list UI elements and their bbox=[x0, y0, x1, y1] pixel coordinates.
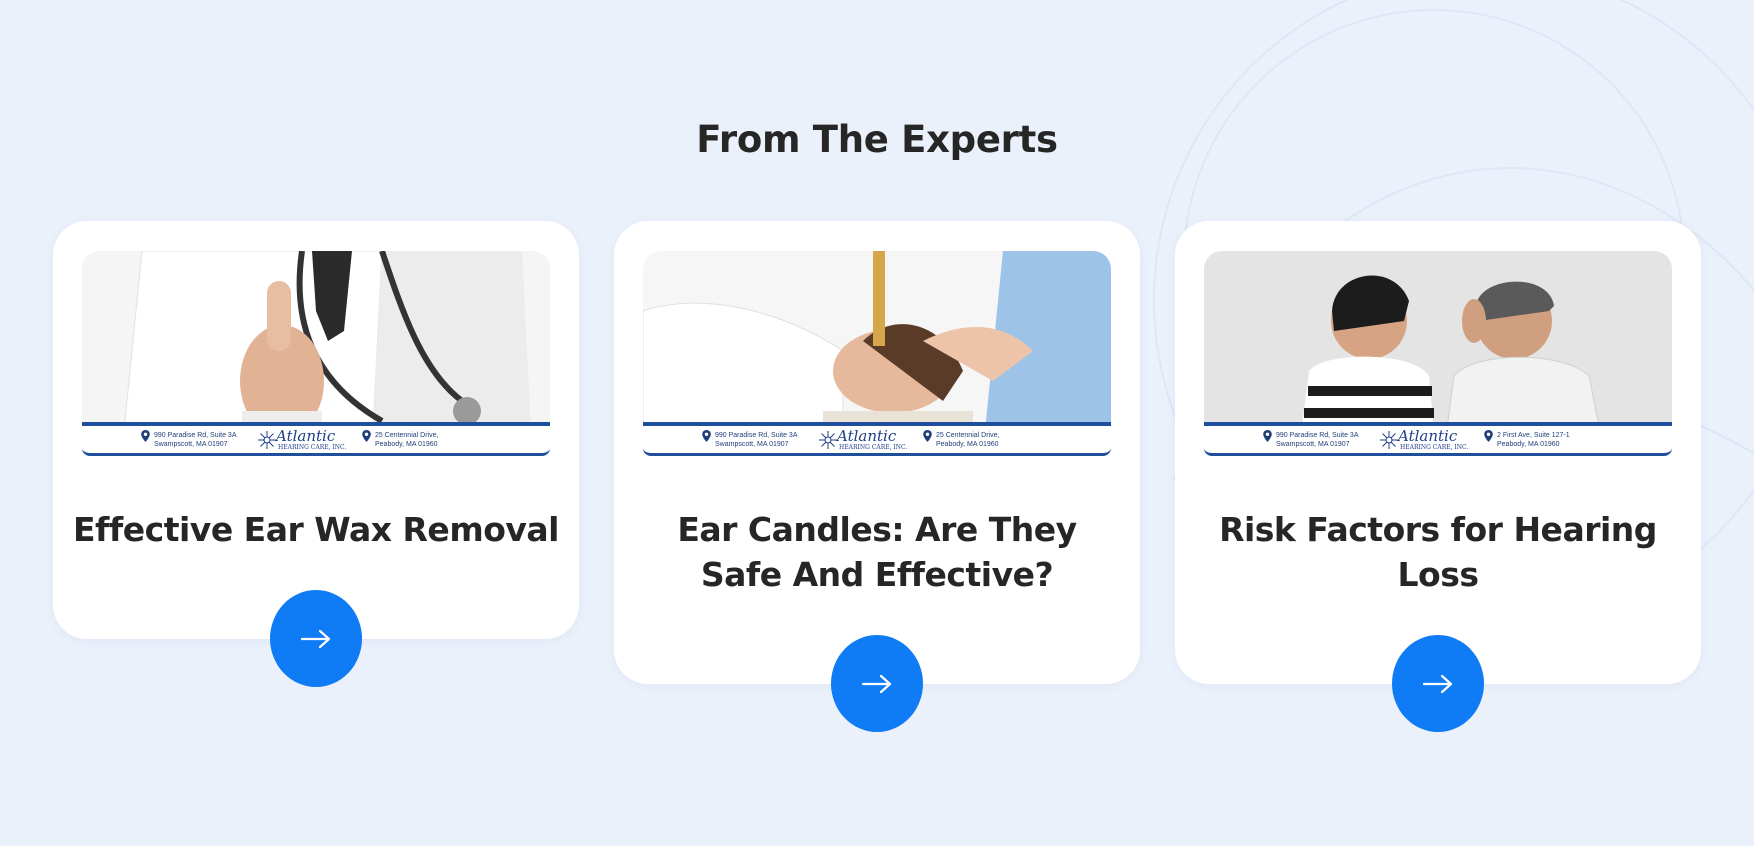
address-left: 990 Paradise Rd, Suite 3A Swampscott, MA… bbox=[141, 430, 237, 449]
arrow-right-icon bbox=[300, 629, 331, 648]
section-title: From The Experts bbox=[696, 118, 1058, 161]
read-more-button[interactable] bbox=[270, 590, 362, 687]
address-left: 990 Paradise Rd, Suite 3A Swampscott, MA… bbox=[702, 430, 798, 449]
info-strip: 990 Paradise Rd, Suite 3A Swampscott, MA… bbox=[1204, 422, 1672, 456]
sunburst-icon bbox=[1380, 431, 1398, 449]
address-line: 990 Paradise Rd, Suite 3A bbox=[715, 432, 798, 439]
arrow-right-icon bbox=[1422, 674, 1453, 693]
article-card-ear-candles[interactable]: 990 Paradise Rd, Suite 3A Swampscott, MA… bbox=[614, 221, 1140, 732]
address-line: 25 Centennial Drive, bbox=[936, 432, 1000, 439]
article-title[interactable]: Ear Candles: Are They Safe And Effective… bbox=[634, 507, 1120, 597]
address-line: 2 First Ave, Suite 127-1 bbox=[1497, 432, 1570, 439]
read-more-button[interactable] bbox=[1392, 635, 1484, 732]
doctor-thumbs-up-photo bbox=[82, 251, 550, 451]
brand-name: Atlantic bbox=[276, 427, 336, 445]
article-image[interactable]: 990 Paradise Rd, Suite 3A Swampscott, MA… bbox=[643, 251, 1111, 456]
atlantic-logo: Atlantic HEARING CARE, INC. bbox=[1380, 427, 1468, 453]
article-image[interactable]: 990 Paradise Rd, Suite 3A Swampscott, MA… bbox=[82, 251, 550, 456]
location-pin-icon bbox=[702, 430, 711, 442]
brand-name: Atlantic bbox=[1398, 427, 1458, 445]
address-line: 990 Paradise Rd, Suite 3A bbox=[154, 432, 237, 439]
brand-subtitle: HEARING CARE, INC. bbox=[1400, 444, 1469, 451]
location-pin-icon bbox=[1484, 430, 1493, 442]
address-right: 2 First Ave, Suite 127-1 Peabody, MA 019… bbox=[1484, 430, 1570, 449]
address-line: 25 Centennial Drive, bbox=[375, 432, 439, 439]
article-card-hearing-loss[interactable]: 990 Paradise Rd, Suite 3A Swampscott, MA… bbox=[1175, 221, 1701, 732]
address-left: 990 Paradise Rd, Suite 3A Swampscott, MA… bbox=[1263, 430, 1359, 449]
sunburst-icon bbox=[258, 431, 276, 449]
info-strip: 990 Paradise Rd, Suite 3A Swampscott, MA… bbox=[643, 422, 1111, 456]
sunburst-icon bbox=[819, 431, 837, 449]
couple-whispering-photo bbox=[1204, 251, 1672, 451]
address-right: 25 Centennial Drive, Peabody, MA 01960 bbox=[923, 430, 1000, 449]
address-line: Swampscott, MA 01907 bbox=[1276, 441, 1350, 448]
info-strip: 990 Paradise Rd, Suite 3A Swampscott, MA… bbox=[82, 422, 550, 456]
location-pin-icon bbox=[141, 430, 150, 442]
address-line: 990 Paradise Rd, Suite 3A bbox=[1276, 432, 1359, 439]
address-line: Swampscott, MA 01907 bbox=[715, 441, 789, 448]
article-title[interactable]: Risk Factors for Hearing Loss bbox=[1195, 507, 1681, 597]
brand-subtitle: HEARING CARE, INC. bbox=[278, 444, 347, 451]
address-line: Peabody, MA 01960 bbox=[375, 441, 438, 448]
ear-candling-photo bbox=[643, 251, 1111, 451]
address-line: Peabody, MA 01960 bbox=[936, 441, 999, 448]
address-line: Swampscott, MA 01907 bbox=[154, 441, 228, 448]
location-pin-icon bbox=[923, 430, 932, 442]
article-image[interactable]: 990 Paradise Rd, Suite 3A Swampscott, MA… bbox=[1204, 251, 1672, 456]
location-pin-icon bbox=[1263, 430, 1272, 442]
read-more-button[interactable] bbox=[831, 635, 923, 732]
brand-name: Atlantic bbox=[837, 427, 897, 445]
article-title[interactable]: Effective Ear Wax Removal bbox=[73, 507, 559, 552]
atlantic-logo: Atlantic HEARING CARE, INC. bbox=[819, 427, 907, 453]
article-card-ear-wax[interactable]: 990 Paradise Rd, Suite 3A Swampscott, MA… bbox=[53, 221, 579, 687]
address-line: Peabody, MA 01960 bbox=[1497, 441, 1560, 448]
atlantic-logo: Atlantic HEARING CARE, INC. bbox=[258, 427, 346, 453]
arrow-right-icon bbox=[861, 674, 892, 693]
brand-subtitle: HEARING CARE, INC. bbox=[839, 444, 908, 451]
address-right: 25 Centennial Drive, Peabody, MA 01960 bbox=[362, 430, 439, 449]
location-pin-icon bbox=[362, 430, 371, 442]
